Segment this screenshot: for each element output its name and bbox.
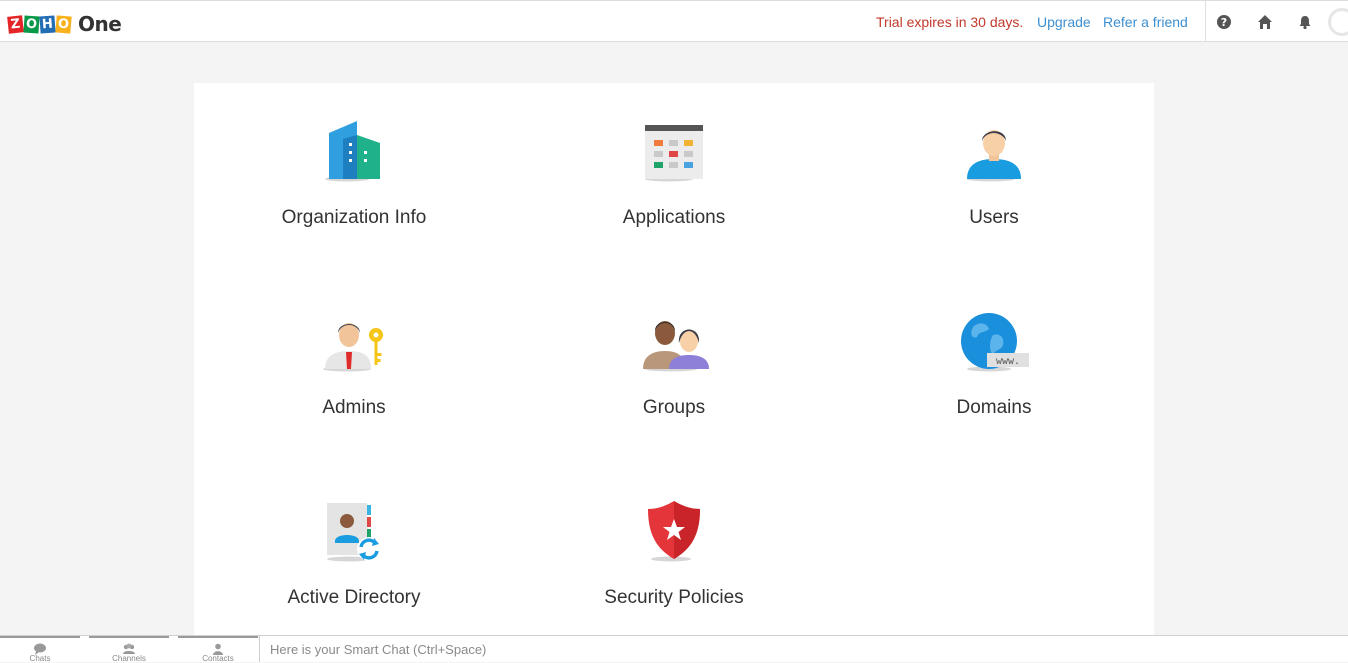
channels-tab[interactable]: Channels [89,636,169,663]
group-icon [643,321,709,372]
smart-chat-area [259,636,1348,662]
top-bar: Z O H O One Trial expires in 30 days. Up… [0,0,1348,42]
tile-label: Admins [322,397,386,418]
tile-security-policies[interactable]: Security Policies [514,463,834,653]
tile-domains[interactable]: www. Domains [834,273,1154,463]
tile-applications[interactable]: Applications [514,83,834,273]
svg-text:?: ? [1221,16,1227,29]
tile-label: Applications [622,207,726,228]
tile-users[interactable]: Users [834,83,1154,273]
tile-label: Organization Info [281,207,427,228]
bottom-chat-bar: Chats Channels Contacts [0,635,1348,663]
avatar[interactable] [1328,8,1348,36]
user-icon [967,130,1021,182]
smart-chat-input[interactable] [270,640,870,658]
tile-groups[interactable]: Groups [514,273,834,463]
tile-label: Users [969,207,1019,228]
tile-label: Active Directory [287,587,421,608]
contacts-tab[interactable]: Contacts [178,636,258,663]
help-icon[interactable]: ? [1216,14,1232,30]
shield-star-icon [648,501,700,562]
applications-grid-icon [645,125,703,182]
logo-letter-o: O [23,14,40,34]
refer-friend-link[interactable]: Refer a friend [1103,14,1188,30]
tile-active-directory[interactable]: Active Directory [194,463,514,653]
directory-sync-icon [327,503,381,562]
globe-www-icon: www. [961,313,1029,372]
logo-letter-o2: O [55,14,72,34]
header-divider [1205,1,1206,42]
logo-letter-z: Z [7,14,24,34]
zoho-one-logo[interactable]: Z O H O One [7,12,122,36]
settings-panel: Organization Info Applications Users Adm… [194,83,1154,643]
admin-key-icon [323,323,383,372]
upgrade-link[interactable]: Upgrade [1037,14,1091,30]
tile-label: Groups [642,397,706,418]
logo-letter-h: H [39,14,56,34]
chats-tab[interactable]: Chats [0,636,80,663]
product-name: One [78,12,122,36]
trial-notice: Trial expires in 30 days. [876,14,1024,30]
bell-icon[interactable] [1297,14,1313,30]
tile-admins[interactable]: Admins [194,273,514,463]
tile-label: Domains [956,397,1032,418]
home-icon[interactable] [1257,14,1273,30]
building-icon [325,121,380,182]
tile-organization-info[interactable]: Organization Info [194,83,514,273]
svg-text:www.: www. [996,356,1020,367]
tile-label: Security Policies [604,587,744,608]
